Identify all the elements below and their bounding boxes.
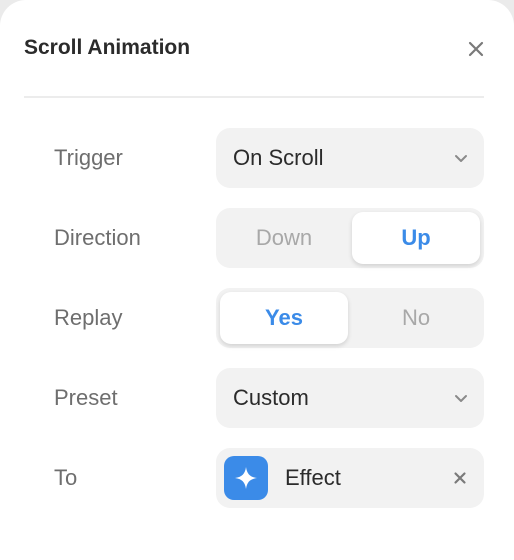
direction-row: Direction Down Up xyxy=(0,208,514,268)
to-label: To xyxy=(54,465,78,490)
close-icon xyxy=(468,41,484,57)
direction-option-up[interactable]: Up xyxy=(352,212,480,264)
close-button[interactable] xyxy=(462,35,490,63)
effect-target[interactable]: Effect xyxy=(216,448,484,508)
to-row: To Effect xyxy=(0,448,514,508)
direction-label: Direction xyxy=(54,225,141,250)
scroll-animation-panel: Scroll Animation Trigger On Scroll Direc… xyxy=(0,0,514,560)
trigger-select[interactable]: On Scroll xyxy=(216,128,484,188)
panel-header: Scroll Animation xyxy=(24,30,490,70)
chevron-down-icon xyxy=(452,149,470,167)
preset-value: Custom xyxy=(233,385,309,410)
preset-select[interactable]: Custom xyxy=(216,368,484,428)
direction-option-down[interactable]: Down xyxy=(220,212,348,264)
sparkle-icon xyxy=(224,456,268,500)
remove-effect-button[interactable] xyxy=(450,468,470,488)
preset-row: Preset Custom xyxy=(0,368,514,428)
close-icon xyxy=(454,472,466,484)
trigger-value: On Scroll xyxy=(233,145,324,170)
trigger-row: Trigger On Scroll xyxy=(0,128,514,188)
replay-label: Replay xyxy=(54,305,123,330)
preset-label: Preset xyxy=(54,385,118,410)
effect-label: Effect xyxy=(285,465,341,490)
panel-title: Scroll Animation xyxy=(24,36,191,59)
header-divider xyxy=(24,96,484,98)
replay-option-no[interactable]: No xyxy=(352,292,480,344)
replay-row: Replay Yes No xyxy=(0,288,514,348)
replay-option-yes[interactable]: Yes xyxy=(220,292,348,344)
replay-segmented-control: Yes No xyxy=(216,288,484,348)
direction-segmented-control: Down Up xyxy=(216,208,484,268)
trigger-label: Trigger xyxy=(54,145,123,170)
chevron-down-icon xyxy=(452,389,470,407)
